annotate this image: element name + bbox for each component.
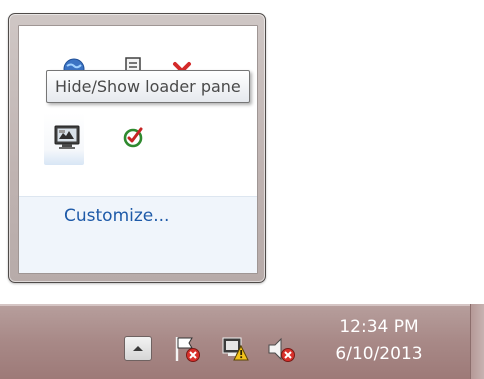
taskbar: 12:34 PM 6/10/2013 [0,304,484,379]
volume-muted-icon[interactable] [266,336,296,364]
clock-time: 12:34 PM [339,317,419,337]
action-center-flag-error-icon[interactable] [172,334,202,364]
network-warning-icon[interactable] [220,334,250,364]
customize-link[interactable]: Customize... [64,206,169,226]
system-clock[interactable]: 12:34 PM 6/10/2013 [318,314,440,368]
tooltip: Hide/Show loader pane [46,70,250,103]
loader-pane-monitor-icon[interactable] [53,124,81,150]
hidden-icons-area [19,26,257,196]
green-checkmark-icon[interactable] [121,125,145,149]
clock-date: 6/10/2013 [335,344,423,364]
show-hidden-icons-up-arrow-icon [133,346,143,351]
taskbar-divider [0,304,484,306]
show-hidden-icons-button[interactable] [124,336,152,361]
show-desktop-button[interactable] [470,304,484,379]
